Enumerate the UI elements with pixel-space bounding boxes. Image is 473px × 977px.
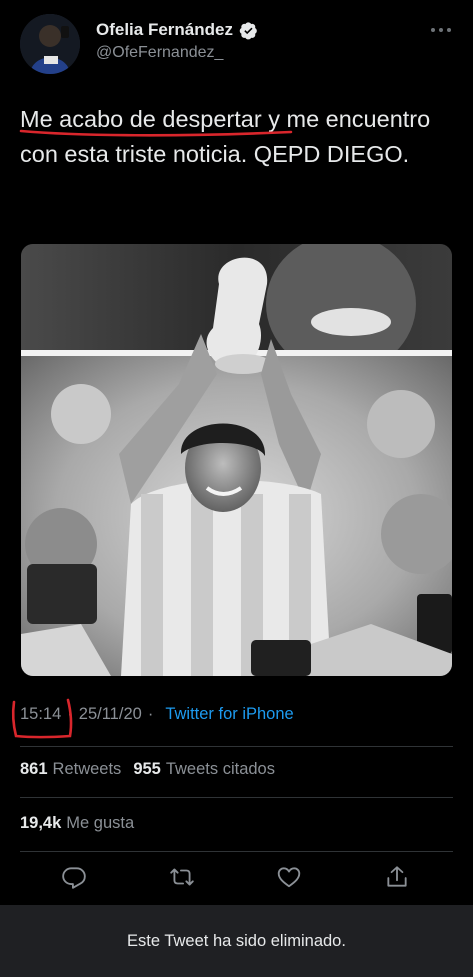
share-icon[interactable]: [384, 864, 410, 890]
tweet-photo[interactable]: [21, 244, 452, 676]
reply-icon[interactable]: [61, 864, 87, 890]
tweet-date[interactable]: 25/11/20: [79, 705, 142, 724]
quote-tweets-count[interactable]: 955: [133, 760, 161, 779]
meta-separator: ·: [67, 705, 73, 723]
tweet-timestamp-row: 15:14 · 25/11/20 · Twitter for iPhone: [20, 705, 294, 724]
display-name[interactable]: Ofelia Fernández: [96, 20, 233, 40]
divider: [20, 851, 453, 852]
tweet-deleted-banner: Este Tweet ha sido eliminado.: [0, 905, 473, 977]
divider: [20, 746, 453, 747]
likes-stat: 19,4k Me gusta: [20, 814, 134, 833]
tweet-source-link[interactable]: Twitter for iPhone: [165, 705, 293, 724]
avatar[interactable]: [20, 14, 80, 74]
meta-separator-2: ·: [147, 705, 154, 723]
verified-badge-icon: [239, 21, 258, 40]
photo-maradona-trophy: [21, 244, 452, 676]
more-horizontal-icon[interactable]: [429, 20, 453, 40]
tweet-deleted-message: Este Tweet ha sido eliminado.: [127, 931, 346, 950]
divider: [20, 797, 453, 798]
heart-icon[interactable]: [276, 864, 302, 890]
tweet-text-highlighted: Me acabo de despertar: [20, 106, 262, 132]
user-handle[interactable]: @OfeFernandez_: [96, 44, 223, 62]
likes-count[interactable]: 19,4k: [20, 814, 61, 833]
tweet-card: Ofelia Fernández @OfeFernandez_ Me acabo…: [0, 0, 473, 905]
tweet-actions-bar: [0, 860, 473, 894]
likes-label[interactable]: Me gusta: [66, 814, 134, 833]
tweet-text: Me acabo de despertar y me encuentro con…: [20, 102, 455, 172]
avatar-image: [20, 14, 80, 74]
retweets-label[interactable]: Retweets: [53, 760, 122, 779]
engagement-stats: 861 Retweets 955 Tweets citados: [20, 760, 275, 779]
tweet-time[interactable]: 15:14: [20, 705, 61, 724]
retweet-icon[interactable]: [169, 864, 195, 890]
quote-tweets-label[interactable]: Tweets citados: [166, 760, 275, 779]
author-name-row[interactable]: Ofelia Fernández: [96, 20, 258, 40]
retweets-count[interactable]: 861: [20, 760, 48, 779]
